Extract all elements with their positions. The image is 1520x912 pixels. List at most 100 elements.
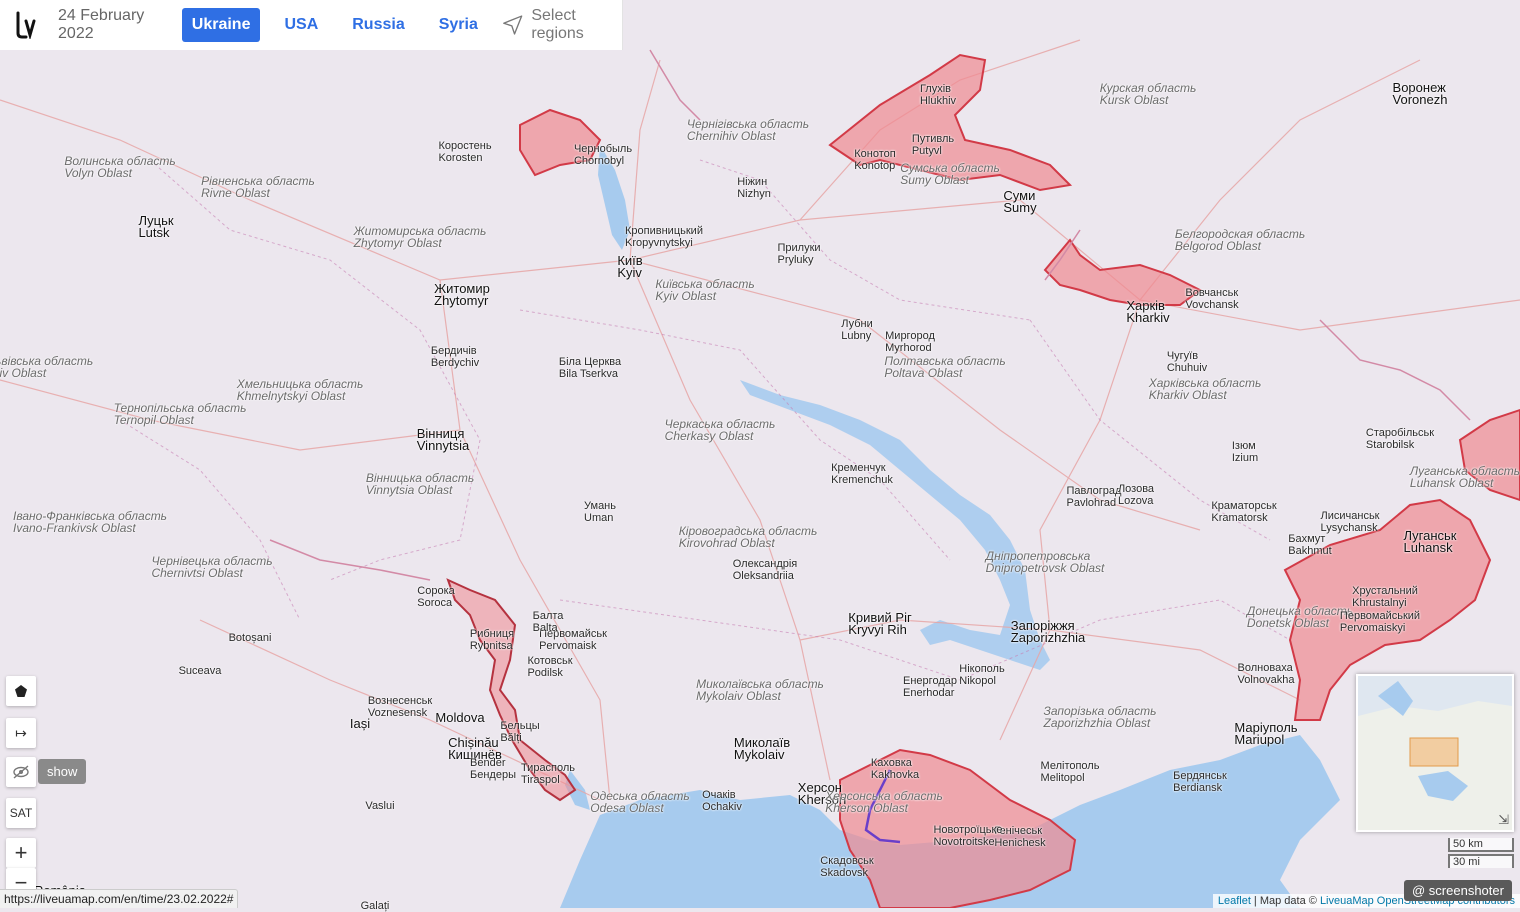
- map-label[interactable]: Первомайський Pervomaiskyi: [1340, 610, 1420, 634]
- measure-button[interactable]: ↦: [6, 718, 36, 748]
- map-label[interactable]: Тирасполь Tiraspol: [521, 762, 575, 786]
- map-label[interactable]: Черкаська область Cherkasy Oblast: [665, 418, 776, 442]
- map-label[interactable]: Миргород Myrhorod: [885, 330, 935, 354]
- map-label[interactable]: Конотоп Konotop: [854, 148, 895, 172]
- satellite-toggle-button[interactable]: SAT: [6, 798, 36, 828]
- map-label[interactable]: Moldova: [435, 711, 484, 724]
- map-label[interactable]: Galați: [361, 900, 390, 912]
- map-label[interactable]: Миколаїв Mykolaiv: [734, 736, 790, 761]
- map-label[interactable]: Нікополь Nikopol: [959, 663, 1004, 687]
- map-label[interactable]: Белгородская область Belgorod Oblast: [1175, 228, 1305, 252]
- map-label[interactable]: Балта Balta: [533, 610, 564, 634]
- map-label[interactable]: Новотроїцьке Novotroitske: [933, 824, 1002, 848]
- select-regions-button[interactable]: Select regions: [502, 7, 622, 43]
- map-label[interactable]: Воронеж Voronezh: [1393, 81, 1448, 106]
- map-label[interactable]: Сумська область Sumy Oblast: [900, 162, 1000, 186]
- map-label[interactable]: Кіровоградська область Kirovohrad Oblast: [679, 525, 818, 549]
- draw-polygon-button[interactable]: [6, 676, 36, 706]
- map-label[interactable]: Iași: [350, 717, 370, 730]
- map-label[interactable]: Полтавська область Poltava Oblast: [884, 355, 1005, 379]
- map-label[interactable]: Рибниця Rybnitsa: [470, 628, 514, 652]
- map-label[interactable]: Олександрія Oleksandriia: [733, 558, 798, 582]
- map-label[interactable]: Прилуки Pryluky: [777, 242, 820, 266]
- map-label[interactable]: Мелітополь Melitopol: [1041, 760, 1100, 784]
- map-label[interactable]: Бердичів Berdychiv: [431, 345, 479, 369]
- map-label[interactable]: Суми Sumy: [1003, 189, 1036, 214]
- region-button-ukraine[interactable]: Ukraine: [181, 8, 261, 42]
- map-label[interactable]: Хмельницька область Khmelnytskyi Oblast: [237, 378, 364, 402]
- map-label[interactable]: Дніпропетровська Dnipropetrovsk Oblast: [986, 550, 1105, 574]
- liveuamap-logo[interactable]: [14, 0, 50, 50]
- map-label[interactable]: Чернівецька область Chernivtsi Oblast: [151, 555, 272, 579]
- map-label[interactable]: Енергодар Enerhodar: [903, 675, 957, 699]
- map-label[interactable]: Луганська область Luhansk Oblast: [1410, 465, 1520, 489]
- map-label[interactable]: Лисичанськ Lysychansk: [1321, 510, 1380, 534]
- map-label[interactable]: Чернобыль Chornobyl: [574, 143, 632, 167]
- map-label[interactable]: Київська область Kyiv Oblast: [655, 278, 754, 302]
- map-label[interactable]: Чугуїв Chuhuiv: [1167, 350, 1207, 374]
- map-label[interactable]: Вовчанськ Vovchansk: [1185, 287, 1238, 311]
- map-label[interactable]: Умань Uman: [584, 500, 616, 524]
- map-label[interactable]: Херсонська область Kherson Oblast: [825, 790, 943, 814]
- screenshoter-badge[interactable]: @ screenshoter: [1404, 880, 1512, 901]
- region-button-usa[interactable]: USA: [274, 8, 328, 42]
- map-label[interactable]: Каховка Kakhovka: [871, 757, 919, 781]
- map-label[interactable]: Харківська область Kharkiv Oblast: [1149, 377, 1262, 401]
- map-label[interactable]: Хрустальний Khrustalnyi: [1352, 585, 1418, 609]
- map-label[interactable]: Путивль Putyvl: [912, 133, 954, 157]
- map-label[interactable]: Маріуполь Mariupol: [1234, 721, 1297, 746]
- leaflet-link[interactable]: Leaflet: [1218, 895, 1251, 907]
- region-button-russia[interactable]: Russia: [342, 8, 414, 42]
- map-label[interactable]: Біла Церква Bila Tserkva: [559, 356, 621, 380]
- minimap-expand-icon[interactable]: ⇲: [1498, 812, 1509, 828]
- map-label[interactable]: Ніжин Nizhyn: [737, 176, 771, 200]
- map-label[interactable]: Кременчук Kremenchuk: [831, 462, 893, 486]
- map-label[interactable]: Київ Kyiv: [617, 254, 642, 279]
- map-label[interactable]: Івано-Франківська область Ivano-Frankivsk…: [13, 510, 167, 534]
- map-label[interactable]: Житомирська область Zhytomyr Oblast: [354, 225, 487, 249]
- map-label[interactable]: Лозова Lozova: [1118, 483, 1154, 507]
- map-label[interactable]: Запорізька область Zaporizhzhia Oblast: [1044, 705, 1157, 729]
- map-label[interactable]: Павлоград Pavlohrad: [1067, 485, 1122, 509]
- map-label[interactable]: Бердянськ Berdiansk: [1173, 770, 1227, 794]
- map-label[interactable]: Suceava: [179, 665, 222, 677]
- map-label[interactable]: Bender Бендеры: [470, 757, 516, 781]
- map-label[interactable]: Сорока Soroca: [417, 585, 454, 609]
- minimap[interactable]: ⇲: [1356, 674, 1514, 832]
- map-label[interactable]: Кривий Ріг Kryvyi Rih: [848, 611, 911, 636]
- map-label[interactable]: Вінницька область Vinnytsia Oblast: [366, 472, 474, 496]
- map-label[interactable]: Волноваха Volnovakha: [1238, 662, 1295, 686]
- map-label[interactable]: Рівненська область Rivne Oblast: [201, 175, 315, 199]
- map-label[interactable]: Бахмут Bakhmut: [1288, 533, 1331, 557]
- map-label[interactable]: Лубни Lubny: [841, 318, 873, 342]
- map-label[interactable]: Бельцы Bălți: [500, 720, 539, 744]
- map-canvas[interactable]: Київ Kyiv Житомир Zhytomyr Вінниця Vinnytsia Х…: [0, 0, 1520, 912]
- map-label[interactable]: Скадовськ Skadovsk: [820, 855, 873, 879]
- map-label[interactable]: Житомир Zhytomyr: [434, 282, 490, 307]
- map-label[interactable]: Одеська область Odesa Oblast: [590, 790, 689, 814]
- map-label[interactable]: Вінниця Vinnytsia: [417, 427, 470, 452]
- map-label[interactable]: Старобільськ Starobilsk: [1366, 427, 1434, 451]
- map-label[interactable]: Кропивницький Kropyvnytskyi: [625, 225, 703, 249]
- toggle-visibility-button[interactable]: [6, 757, 36, 787]
- map-label[interactable]: Луцьк Lutsk: [138, 214, 173, 239]
- map-label[interactable]: Краматорськ Kramatorsk: [1211, 500, 1276, 524]
- map-label[interactable]: Миколаївська область Mykolaiv Oblast: [696, 678, 824, 702]
- map-label[interactable]: Курская область Kursk Oblast: [1100, 82, 1197, 106]
- map-label[interactable]: Запоріжжя Zaporizhzhia: [1011, 619, 1085, 644]
- map-label[interactable]: Глухів Hlukhiv: [920, 83, 956, 107]
- map-label[interactable]: Чернігівська область Chernihiv Oblast: [687, 118, 809, 142]
- map-label[interactable]: Луганськ Luhansk: [1403, 529, 1456, 554]
- map-label[interactable]: Вознесенськ Voznesensk: [368, 695, 432, 719]
- map-label[interactable]: Волинська область Volyn Oblast: [64, 155, 175, 179]
- current-date[interactable]: 24 February 2022: [58, 7, 172, 43]
- map-label[interactable]: Botoșani: [229, 632, 272, 644]
- map-label[interactable]: Ізюм Izium: [1232, 440, 1258, 464]
- zoom-in-button[interactable]: +: [6, 838, 36, 868]
- map-label[interactable]: Львівська областьLviv Oblast: [0, 355, 93, 379]
- map-label[interactable]: Донецька область Donetsk Oblast: [1247, 605, 1353, 629]
- map-label[interactable]: Очаків Ochakiv: [702, 789, 742, 813]
- map-label[interactable]: Vaslui: [365, 800, 394, 812]
- map-label[interactable]: Коростень Korosten: [438, 140, 491, 164]
- map-label[interactable]: Тернопільська область Ternopil Oblast: [114, 402, 247, 426]
